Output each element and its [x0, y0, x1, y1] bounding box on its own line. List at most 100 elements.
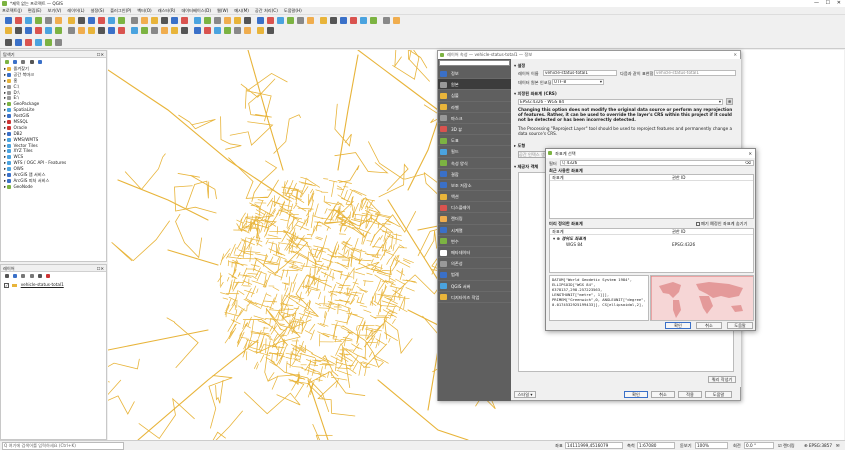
toolbar-tool-icon[interactable] — [87, 27, 95, 34]
menu-item[interactable]: 벡터(O) — [137, 8, 151, 13]
section-settings[interactable]: ▾ 설정 — [514, 63, 525, 69]
toolbar-tool-icon[interactable] — [266, 17, 274, 24]
nav-item[interactable]: 디지타이즈 작업 — [438, 292, 511, 303]
nav-item[interactable]: 보조 저장소 — [438, 180, 511, 192]
menu-item[interactable]: 레이어(L) — [67, 8, 84, 13]
panel-close-icon[interactable]: ☐✕ — [97, 265, 104, 272]
nav-item[interactable]: 범례 — [438, 269, 511, 281]
nav-item[interactable]: 결합 — [438, 169, 511, 180]
toolbar-tool-icon[interactable] — [170, 17, 178, 24]
toolbar-tool-icon[interactable] — [67, 27, 75, 34]
toolbar-tool-icon[interactable] — [24, 39, 32, 46]
section-crs[interactable]: ▾ 지정된 좌표계 (CRS) — [514, 91, 557, 97]
display-as-input[interactable]: vehicle-status-total1 — [654, 70, 736, 76]
toolbar-tool-icon[interactable] — [223, 17, 231, 24]
toolbar-tool-icon[interactable] — [77, 17, 85, 24]
expand-icon[interactable] — [37, 274, 42, 278]
toolbar-tool-icon[interactable] — [130, 27, 138, 34]
toolbar-tool-icon[interactable] — [97, 27, 105, 34]
toolbar-tool-icon[interactable] — [243, 27, 251, 34]
toolbar-tool-icon[interactable] — [392, 17, 400, 24]
style-icon[interactable] — [4, 274, 9, 278]
nav-item[interactable]: 3D 뷰 — [438, 124, 511, 136]
toolbar-tool-icon[interactable] — [34, 39, 42, 46]
toolbar-tool-icon[interactable] — [193, 27, 201, 34]
visibility-icon[interactable] — [21, 274, 26, 278]
toolbar-tool-icon[interactable] — [256, 17, 264, 24]
toolbar-tool-icon[interactable] — [382, 17, 390, 24]
close-icon[interactable]: ✕ — [837, 0, 841, 6]
menu-item[interactable]: 래스터(R) — [158, 8, 176, 13]
toolbar-tool-icon[interactable] — [14, 17, 22, 24]
toolbar-tool-icon[interactable] — [54, 27, 62, 34]
toolbar-tool-icon[interactable] — [306, 17, 314, 24]
toolbar-tool-icon[interactable] — [160, 17, 168, 24]
coord-input[interactable]: 14111999,4516079 — [565, 442, 623, 449]
toolbar-tool-icon[interactable] — [296, 17, 304, 24]
maximize-icon[interactable]: ☐ — [826, 0, 830, 6]
toolbar-tool-icon[interactable] — [117, 27, 125, 34]
toolbar-tool-icon[interactable] — [130, 17, 138, 24]
crs-selector-icon[interactable]: ⊕ — [726, 98, 733, 105]
checkbox-icon[interactable] — [696, 222, 700, 226]
toolbar-tool-icon[interactable] — [14, 39, 22, 46]
toolbar-tool-icon[interactable] — [140, 27, 148, 34]
render-checkbox[interactable]: ☑ 렌더링 — [778, 441, 795, 450]
crs-cancel-button[interactable]: 취소 — [696, 322, 722, 329]
query-builder-button[interactable]: 쿼리 작성기 — [708, 376, 736, 383]
info-icon[interactable] — [37, 60, 42, 64]
filter-input[interactable]: Q 4326 ⌫ — [560, 160, 754, 166]
crs-row[interactable]: WGS 84 EPSG:4326 — [550, 242, 753, 248]
encoding-select[interactable]: UTF-8 ▾ — [552, 79, 604, 85]
recent-crs-table[interactable]: 좌표계 권한 ID — [549, 174, 754, 219]
col-crs-header[interactable]: 좌표계 — [552, 229, 564, 235]
menu-item[interactable]: 웹(W) — [217, 8, 228, 13]
layer-name-input[interactable]: vehicle-status-total1 — [543, 70, 617, 76]
toolbar-tool-icon[interactable] — [223, 27, 231, 34]
menu-item[interactable]: 공간 처리(C) — [255, 8, 278, 13]
layer-checkbox[interactable]: ✓ — [4, 282, 9, 288]
section-geometry[interactable]: ▸ 도형 — [514, 143, 525, 149]
menu-item[interactable]: 프로젝트(J) — [2, 8, 22, 13]
nav-item[interactable]: 메타데이터 — [438, 247, 511, 259]
apply-button[interactable]: 적용 — [678, 391, 702, 398]
rotation-input[interactable]: 0.0 ° — [744, 442, 774, 449]
toolbar-tool-icon[interactable] — [266, 27, 274, 34]
nav-item[interactable]: 심볼 — [438, 90, 511, 102]
toolbar-tool-icon[interactable] — [117, 17, 125, 24]
minimize-icon[interactable]: — — [814, 0, 819, 6]
toolbar-tool-icon[interactable] — [193, 17, 201, 24]
toolbar-tool-icon[interactable] — [4, 39, 12, 46]
menu-item[interactable]: 설정(S) — [91, 8, 105, 13]
nav-item[interactable]: 변수 — [438, 236, 511, 247]
nav-search-input[interactable] — [439, 60, 510, 66]
toolbar-tool-icon[interactable] — [203, 27, 211, 34]
panel-close-icon[interactable]: ☐✕ — [97, 51, 104, 58]
nav-item[interactable]: 정보 — [438, 68, 511, 80]
toolbar-tool-icon[interactable] — [4, 17, 12, 24]
epsg-button[interactable]: ⊕ EPSG:3857 — [804, 441, 832, 450]
crs-help-button[interactable]: 도움말 — [727, 322, 753, 329]
nav-item[interactable]: 원본 — [438, 79, 511, 91]
toolbar-tool-icon[interactable] — [286, 17, 294, 24]
nav-item[interactable]: 라벨 — [438, 102, 511, 113]
toolbar-tool-icon[interactable] — [54, 39, 62, 46]
crs-select[interactable]: EPSG:4326 - WGS 84 ▾ — [518, 99, 723, 105]
messages-icon[interactable]: ✉ — [836, 441, 840, 450]
style-button[interactable]: 스타일 ▾ — [514, 391, 536, 398]
toolbar-tool-icon[interactable] — [97, 17, 105, 24]
add-icon[interactable] — [4, 60, 9, 64]
create-spatial-index-button[interactable]: 공간 인덱스 생성 — [518, 151, 549, 158]
toolbar-tool-icon[interactable] — [44, 17, 52, 24]
toolbar-tool-icon[interactable] — [24, 17, 32, 24]
toolbar-tool-icon[interactable] — [233, 27, 241, 34]
toolbar-tool-icon[interactable] — [150, 27, 158, 34]
toolbar-tool-icon[interactable] — [34, 27, 42, 34]
section-provider[interactable]: ▾ 제공자 객체 — [514, 164, 538, 170]
nav-item[interactable]: QGIS 서버 — [438, 281, 511, 292]
toolbar-tool-icon[interactable] — [339, 17, 347, 24]
toolbar-tool-icon[interactable] — [107, 17, 115, 24]
clear-icon[interactable]: ⌫ — [745, 161, 751, 165]
toolbar-tool-icon[interactable] — [349, 17, 357, 24]
toolbar-tool-icon[interactable] — [276, 17, 284, 24]
